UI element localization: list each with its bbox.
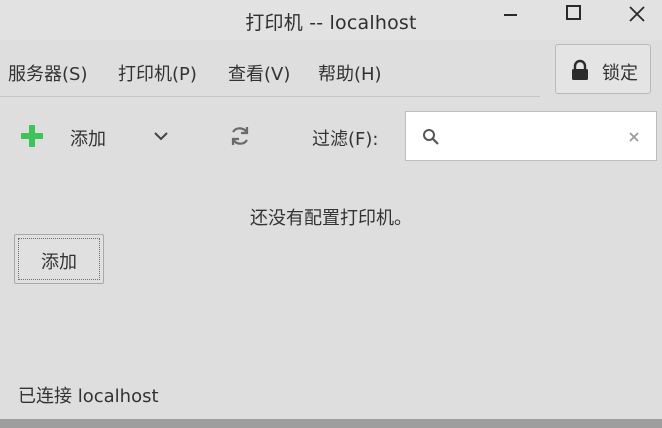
filter-search-box[interactable]: [405, 111, 657, 161]
window-bottom-edge: [0, 419, 662, 428]
status-text: 已连接 localhost: [18, 386, 159, 407]
maximize-button[interactable]: [558, 2, 588, 26]
close-button[interactable]: [622, 2, 652, 26]
empty-state-message: 还没有配置打印机。: [250, 208, 412, 229]
plus-icon[interactable]: [20, 124, 44, 148]
toolbar: 添加 过滤(F):: [0, 100, 662, 172]
minimize-button[interactable]: [496, 2, 526, 26]
menu-server[interactable]: 服务器(S): [8, 60, 87, 86]
menu-printer[interactable]: 打印机(P): [118, 60, 197, 86]
refresh-icon[interactable]: [228, 124, 252, 148]
clear-icon[interactable]: [624, 127, 644, 147]
add-printer-button[interactable]: 添加: [14, 234, 104, 284]
filter-label: 过滤(F):: [312, 129, 379, 150]
printer-window: 打印机 -- localhost 服务器(S) 打印机(P) 查看(V) 帮助(…: [0, 0, 662, 428]
lock-icon: [572, 59, 588, 80]
close-icon: [629, 6, 645, 22]
lock-label: 锁定: [602, 63, 638, 84]
lock-button[interactable]: 锁定: [555, 44, 651, 94]
minimize-icon: [504, 14, 517, 16]
menu-view[interactable]: 查看(V): [228, 60, 290, 86]
add-printer-label: 添加: [41, 252, 77, 273]
menu-bar: 服务器(S) 打印机(P) 查看(V) 帮助(H): [0, 44, 540, 97]
chevron-down-icon[interactable]: [151, 126, 171, 146]
search-icon: [423, 129, 439, 145]
menu-help[interactable]: 帮助(H): [318, 60, 382, 86]
maximize-icon: [566, 5, 581, 20]
title-bar[interactable]: 打印机 -- localhost: [0, 0, 662, 40]
toolbar-add-button[interactable]: 添加: [70, 125, 106, 151]
filter-input[interactable]: [444, 122, 618, 152]
